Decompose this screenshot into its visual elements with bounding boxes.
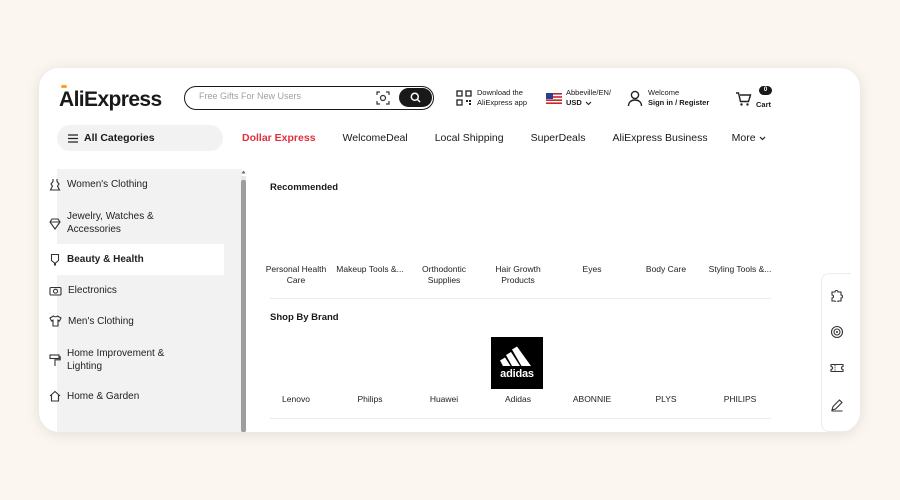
app-line2: AliExpress app [477,98,528,107]
sidebar-item-home-garden[interactable]: Home & Garden [39,387,224,405]
browser-frame: AliExpress Download the AliExpress app [39,68,860,432]
nav-local-shipping[interactable]: Local Shipping [435,132,504,144]
adidas-stripes-icon [500,346,531,366]
adidas-logo-text: adidas [500,368,534,380]
currency-label: USD [566,98,582,107]
download-app[interactable]: Download the AliExpress app [456,88,527,108]
shirt-icon [49,315,62,327]
brand-tile[interactable]: ABONNIE [558,394,626,405]
signal-icon[interactable] [830,325,844,339]
cart-button[interactable]: 0 Cart [735,86,772,110]
brand-tile[interactable]: Lenovo [262,394,330,405]
menu-icon [68,133,78,143]
all-categories-label: All Categories [84,132,155,144]
user-icon [627,90,643,106]
floating-toolbar [821,273,851,432]
sidebar-item-mens-clothing[interactable]: Men's Clothing [39,312,224,330]
aliexpress-logo[interactable]: AliExpress [59,88,162,112]
house-icon [49,390,61,402]
sidebar-item-label: Men's Clothing [68,315,134,327]
chevron-down-icon [585,101,592,105]
shop-by-brand-title: Shop By Brand [270,312,339,323]
category-tile[interactable]: Body Care [632,264,700,275]
nav-dollar-express[interactable]: Dollar Express [242,132,316,144]
camera-icon [49,286,62,296]
sidebar-item-label: Home Improvement & Lighting [67,348,165,372]
brand-tile[interactable]: Huawei [410,394,478,405]
sidebar-item-womens-clothing[interactable]: Women's Clothing [39,175,224,193]
cart-label: Cart [756,100,772,109]
section-divider [270,298,771,299]
nav-more-label: More [731,132,756,144]
brand-tile[interactable]: Adidas [484,394,552,405]
category-tile[interactable]: Styling Tools &... [706,264,774,275]
account-menu[interactable]: Welcome Sign in / Register [627,88,709,108]
category-tile[interactable]: Eyes [558,264,626,275]
dress-icon [49,178,61,191]
sidebar-item-label: Women's Clothing [67,178,148,190]
nav-more[interactable]: More [732,132,766,144]
cart-icon [736,92,752,106]
sidebar-item-label: Home & Garden [67,390,140,402]
chevron-down-icon [759,136,765,140]
locale-selector[interactable]: Abbeville/EN/ USD [546,88,611,108]
search-icon [410,92,421,103]
category-tile[interactable]: Orthodontic Supplies [410,264,478,285]
sidebar-item-home-improvement[interactable]: Home Improvement & Lighting [39,345,224,375]
brand-tile[interactable]: Philips [336,394,404,405]
nav-superdeals[interactable]: SuperDeals [531,132,586,144]
paint-roller-icon [49,353,61,366]
search-bar [184,86,434,110]
app-line1: Download the [477,88,523,97]
brand-tile[interactable]: PHILIPS [706,394,774,405]
search-button[interactable] [399,88,432,107]
sidebar-item-beauty-health[interactable]: Beauty & Health [39,244,224,275]
locale-line1: Abbeville/EN/ [566,88,612,97]
category-tile[interactable]: Hair Growth Products [484,264,552,285]
welcome-text: Welcome [648,88,680,97]
sidebar-item-label: Beauty & Health [67,254,144,265]
us-flag-icon [546,92,562,104]
sidebar-scrollbar-thumb[interactable] [241,180,246,432]
qr-code-icon [456,90,472,106]
category-tile[interactable]: Makeup Tools &... [336,264,404,275]
sidebar-item-label: Electronics [68,284,117,296]
jewel-icon [49,217,61,230]
lipstick-icon [50,253,60,266]
all-categories-button[interactable]: All Categories [57,125,223,151]
edit-icon[interactable] [830,398,844,412]
sidebar-item-jewelry[interactable]: Jewelry, Watches & Accessories [39,208,224,238]
nav-aliexpress-business[interactable]: AliExpress Business [612,132,707,144]
sign-in-register-link[interactable]: Sign in / Register [648,98,709,107]
top-nav: Dollar Express WelcomeDeal Local Shippin… [242,132,766,144]
category-tile[interactable]: Personal Health Care [262,264,330,285]
cart-count-badge: 0 [759,86,772,95]
sidebar-item-label: Jewelry, Watches & Accessories [67,211,154,235]
adidas-logo[interactable]: adidas [491,337,543,389]
sidebar-item-electronics[interactable]: Electronics [39,281,224,299]
image-search-icon[interactable] [376,91,390,105]
coupon-icon[interactable] [830,361,844,375]
scroll-up-arrow-icon[interactable] [241,169,246,175]
recommended-title: Recommended [270,182,339,193]
nav-welcome-deal[interactable]: WelcomeDeal [343,132,408,144]
search-input[interactable] [199,91,369,101]
brand-tile[interactable]: PLYS [632,394,700,405]
section-divider [270,418,771,419]
puzzle-icon[interactable] [830,288,844,302]
